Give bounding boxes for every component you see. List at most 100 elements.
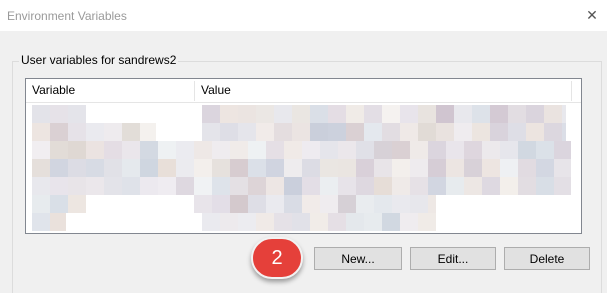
redacted-pixel bbox=[202, 213, 220, 231]
redacted-pixel bbox=[382, 105, 400, 123]
redacted-pixel bbox=[266, 177, 284, 195]
list-header: Variable Value bbox=[26, 79, 581, 103]
redacted-pixel bbox=[410, 195, 428, 213]
redacted-pixel bbox=[86, 159, 104, 177]
redacted-pixel bbox=[284, 159, 302, 177]
redacted-pixel bbox=[238, 213, 256, 231]
new-button[interactable]: New... bbox=[314, 247, 402, 270]
user-variables-list[interactable]: Variable Value bbox=[25, 78, 582, 234]
redacted-pixel bbox=[50, 123, 68, 141]
redacted-pixel bbox=[158, 177, 176, 195]
redacted-pixel bbox=[418, 213, 436, 231]
redacted-pixel bbox=[68, 141, 86, 159]
column-header-variable[interactable]: Variable bbox=[26, 79, 194, 102]
close-button[interactable]: ✕ bbox=[577, 0, 607, 31]
redacted-pixel bbox=[392, 159, 410, 177]
delete-button[interactable]: Delete bbox=[504, 247, 590, 270]
redacted-pixel bbox=[482, 177, 500, 195]
redacted-pixel bbox=[382, 213, 400, 231]
redacted-pixel bbox=[32, 177, 50, 195]
redacted-pixel bbox=[490, 123, 508, 141]
redacted-pixel bbox=[472, 123, 490, 141]
redacted-pixel bbox=[320, 195, 338, 213]
redacted-pixel bbox=[346, 213, 364, 231]
redacted-pixel bbox=[238, 105, 256, 123]
redacted-pixel bbox=[364, 105, 382, 123]
edit-button[interactable]: Edit... bbox=[410, 247, 496, 270]
close-icon: ✕ bbox=[586, 7, 598, 23]
redacted-pixel bbox=[526, 123, 544, 141]
redacted-pixel bbox=[230, 177, 248, 195]
redacted-pixel bbox=[32, 195, 50, 213]
redacted-pixel bbox=[428, 159, 446, 177]
redacted-pixel bbox=[140, 141, 158, 159]
redacted-pixel bbox=[490, 105, 508, 123]
redacted-pixel bbox=[104, 177, 122, 195]
redacted-pixel bbox=[310, 213, 328, 231]
redacted-pixel bbox=[230, 195, 248, 213]
column-header-value[interactable]: Value bbox=[195, 79, 571, 102]
redacted-pixel bbox=[212, 159, 230, 177]
redacted-pixel bbox=[230, 159, 248, 177]
redacted-pixel bbox=[454, 123, 472, 141]
redacted-pixel bbox=[238, 123, 256, 141]
redacted-pixel bbox=[32, 159, 50, 177]
redacted-pixel bbox=[536, 141, 554, 159]
redacted-pixel bbox=[202, 105, 220, 123]
redacted-pixel bbox=[176, 159, 194, 177]
redacted-pixel bbox=[104, 159, 122, 177]
redacted-pixel bbox=[266, 141, 284, 159]
redacted-pixel bbox=[428, 177, 446, 195]
redacted-pixel bbox=[562, 123, 566, 141]
redacted-pixel bbox=[32, 123, 50, 141]
redacted-pixel bbox=[346, 123, 364, 141]
redacted-pixel bbox=[302, 141, 320, 159]
column-separator[interactable] bbox=[571, 81, 572, 101]
step-callout-badge: 2 bbox=[251, 237, 303, 279]
redacted-pixel bbox=[140, 159, 158, 177]
redacted-pixel bbox=[320, 159, 338, 177]
redacted-pixel bbox=[418, 123, 436, 141]
redacted-pixel bbox=[194, 141, 212, 159]
redacted-pixel bbox=[292, 213, 310, 231]
redacted-pixel bbox=[212, 195, 230, 213]
redacted-pixel bbox=[364, 213, 382, 231]
redacted-pixel bbox=[526, 105, 544, 123]
redacted-pixel bbox=[382, 123, 400, 141]
redacted-pixel bbox=[68, 105, 86, 123]
redacted-pixel bbox=[194, 159, 212, 177]
redacted-pixel bbox=[374, 195, 392, 213]
redacted-pixel bbox=[256, 123, 274, 141]
redacted-pixel bbox=[338, 177, 356, 195]
redacted-pixel bbox=[274, 123, 292, 141]
redacted-pixel bbox=[292, 123, 310, 141]
redacted-pixel bbox=[338, 195, 356, 213]
redacted-pixel bbox=[122, 123, 140, 141]
redacted-pixel bbox=[392, 195, 410, 213]
redacted-pixel bbox=[446, 159, 464, 177]
redacted-pixel bbox=[302, 177, 320, 195]
redacted-pixel bbox=[464, 141, 482, 159]
redacted-pixel bbox=[500, 177, 518, 195]
redacted-pixel bbox=[122, 141, 140, 159]
redacted-pixel bbox=[122, 159, 140, 177]
redacted-pixel bbox=[50, 141, 68, 159]
redacted-pixel bbox=[104, 123, 122, 141]
redacted-pixel bbox=[158, 159, 176, 177]
step-number: 2 bbox=[271, 246, 283, 269]
redacted-pixel bbox=[544, 123, 562, 141]
redacted-pixel bbox=[194, 177, 212, 195]
redacted-pixel bbox=[364, 123, 382, 141]
redacted-pixel bbox=[274, 105, 292, 123]
redacted-pixel bbox=[536, 159, 554, 177]
redacted-pixel bbox=[50, 213, 66, 231]
redacted-pixel bbox=[68, 123, 86, 141]
redacted-pixel bbox=[544, 105, 562, 123]
redacted-pixel bbox=[400, 213, 418, 231]
redacted-pixel bbox=[500, 141, 518, 159]
redacted-pixel bbox=[482, 159, 500, 177]
redacted-pixel bbox=[220, 123, 238, 141]
redacted-pixel bbox=[50, 105, 68, 123]
redacted-pixel bbox=[346, 105, 364, 123]
redacted-pixel bbox=[122, 177, 140, 195]
